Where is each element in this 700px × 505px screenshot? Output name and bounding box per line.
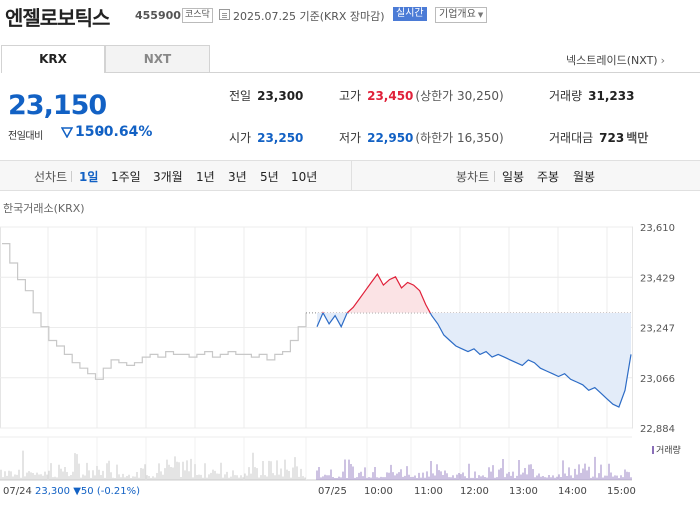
chevron-down-icon: ▼ (477, 11, 484, 19)
current-price: 23,150 (8, 90, 107, 121)
x-label-1300: 13:00 (509, 486, 538, 497)
volume-bar-icon (652, 446, 654, 454)
period-1y[interactable]: 1년 (196, 168, 215, 185)
period-3y[interactable]: 3년 (228, 168, 247, 185)
x-label-1100: 11:00 (414, 486, 443, 497)
x-label-1000: 10:00 (364, 486, 393, 497)
stat-low: 저가 22,950 (하한가 16,350) (339, 129, 504, 146)
tab-nxt[interactable]: NXT (105, 45, 210, 73)
volume-label: 거래량 (549, 89, 583, 103)
change-percent: -0.64% (98, 124, 153, 140)
y-tick-label: 23,429 (640, 273, 675, 284)
stat-volume: 거래량 31,233 (549, 87, 634, 104)
company-overview-button[interactable]: 기업개요 ▼ (435, 7, 488, 23)
change-label: 전일대비 (8, 131, 43, 142)
candle-daily[interactable]: 일봉 (502, 168, 524, 185)
prev-day-summary: 07/24 23,300 ▼50 (-0.21%) (3, 486, 140, 497)
separator (494, 171, 495, 182)
y-tick-label: 22,884 (640, 424, 675, 435)
price-chart[interactable]: 23,610 23,429 23,247 23,066 22,884 (0, 215, 700, 485)
low-label: 저가 (339, 131, 362, 145)
candle-monthly[interactable]: 월봉 (573, 168, 595, 185)
y-tick-label: 23,066 (640, 374, 675, 385)
separator (71, 171, 72, 182)
chart-source-label: 한국거래소(KRX) (3, 202, 85, 215)
chevron-right-icon: › (660, 54, 665, 67)
tab-krx[interactable]: KRX (1, 45, 105, 73)
realtime-button[interactable]: 실시간 (393, 7, 427, 21)
period-3m[interactable]: 3개월 (153, 168, 183, 185)
amount-unit: 백만 (626, 131, 649, 145)
stock-code: 455900 (135, 9, 181, 22)
y-tick-label: 23,610 (640, 223, 675, 234)
open-value: 23,250 (257, 131, 304, 145)
open-label: 시가 (229, 131, 252, 145)
prev-close-label: 전일 (229, 89, 252, 103)
candle-chart-label: 봉차트 (456, 170, 490, 184)
calendar-icon (219, 9, 230, 20)
x-label-1500: 15:00 (607, 486, 636, 497)
period-bar: 선차트 1일 1주일 3개월 1년 3년 5년 10년 봉차트 일봉 주봉 월봉 (0, 160, 700, 191)
prev-day-change: ▼50 (73, 486, 94, 497)
company-overview-label: 기업개요 (439, 9, 476, 20)
period-1w[interactable]: 1주일 (111, 168, 141, 185)
stat-amount: 거래대금 723 백만 (549, 129, 648, 146)
down-triangle-icon (61, 127, 73, 138)
volume-legend: 거래량 (652, 443, 681, 456)
amount-label: 거래대금 (549, 131, 594, 145)
market-badge: 코스닥 (182, 8, 213, 23)
prev-day-date: 07/24 (3, 486, 32, 497)
lower-limit: (하한가 16,350) (415, 131, 504, 145)
period-5y[interactable]: 5년 (260, 168, 279, 185)
volume-value: 31,233 (588, 89, 635, 103)
prev-close-value: 23,300 (257, 89, 304, 103)
stat-open: 시가 23,250 (229, 129, 303, 146)
y-tick-label: 23,247 (640, 324, 675, 335)
candle-weekly[interactable]: 주봉 (537, 168, 559, 185)
prev-day-pct: (-0.21%) (96, 486, 140, 497)
period-1d[interactable]: 1일 (79, 168, 98, 185)
x-label-date: 07/25 (318, 486, 347, 497)
volume-legend-label: 거래량 (656, 446, 681, 456)
stock-header: 엔젤로보틱스 455900 코스닥 2025.07.25 기준(KRX 장마감)… (0, 0, 700, 32)
x-label-1400: 14:00 (558, 486, 587, 497)
nxt-link[interactable]: 넥스트레이드(NXT) › (566, 52, 665, 68)
high-value: 23,450 (367, 89, 414, 103)
as-of-text: 2025.07.25 기준(KRX 장마감) (233, 10, 385, 23)
period-bar-divider (351, 161, 352, 190)
line-chart-label: 선차트 (34, 170, 68, 184)
prev-day-close: 23,300 (35, 486, 71, 497)
period-10y[interactable]: 10년 (291, 168, 317, 185)
x-label-1200: 12:00 (460, 486, 489, 497)
stock-name: 엔젤로보틱스 (5, 6, 110, 30)
stat-high: 고가 23,450 (상한가 30,250) (339, 87, 504, 104)
stat-prev-close: 전일 23,300 (229, 87, 303, 104)
amount-value: 723 (599, 131, 625, 145)
upper-limit: (상한가 30,250) (415, 89, 504, 103)
low-value: 22,950 (367, 131, 414, 145)
nxt-link-label: 넥스트레이드(NXT) (566, 54, 658, 67)
high-label: 고가 (339, 89, 362, 103)
tab-divider (210, 72, 700, 73)
